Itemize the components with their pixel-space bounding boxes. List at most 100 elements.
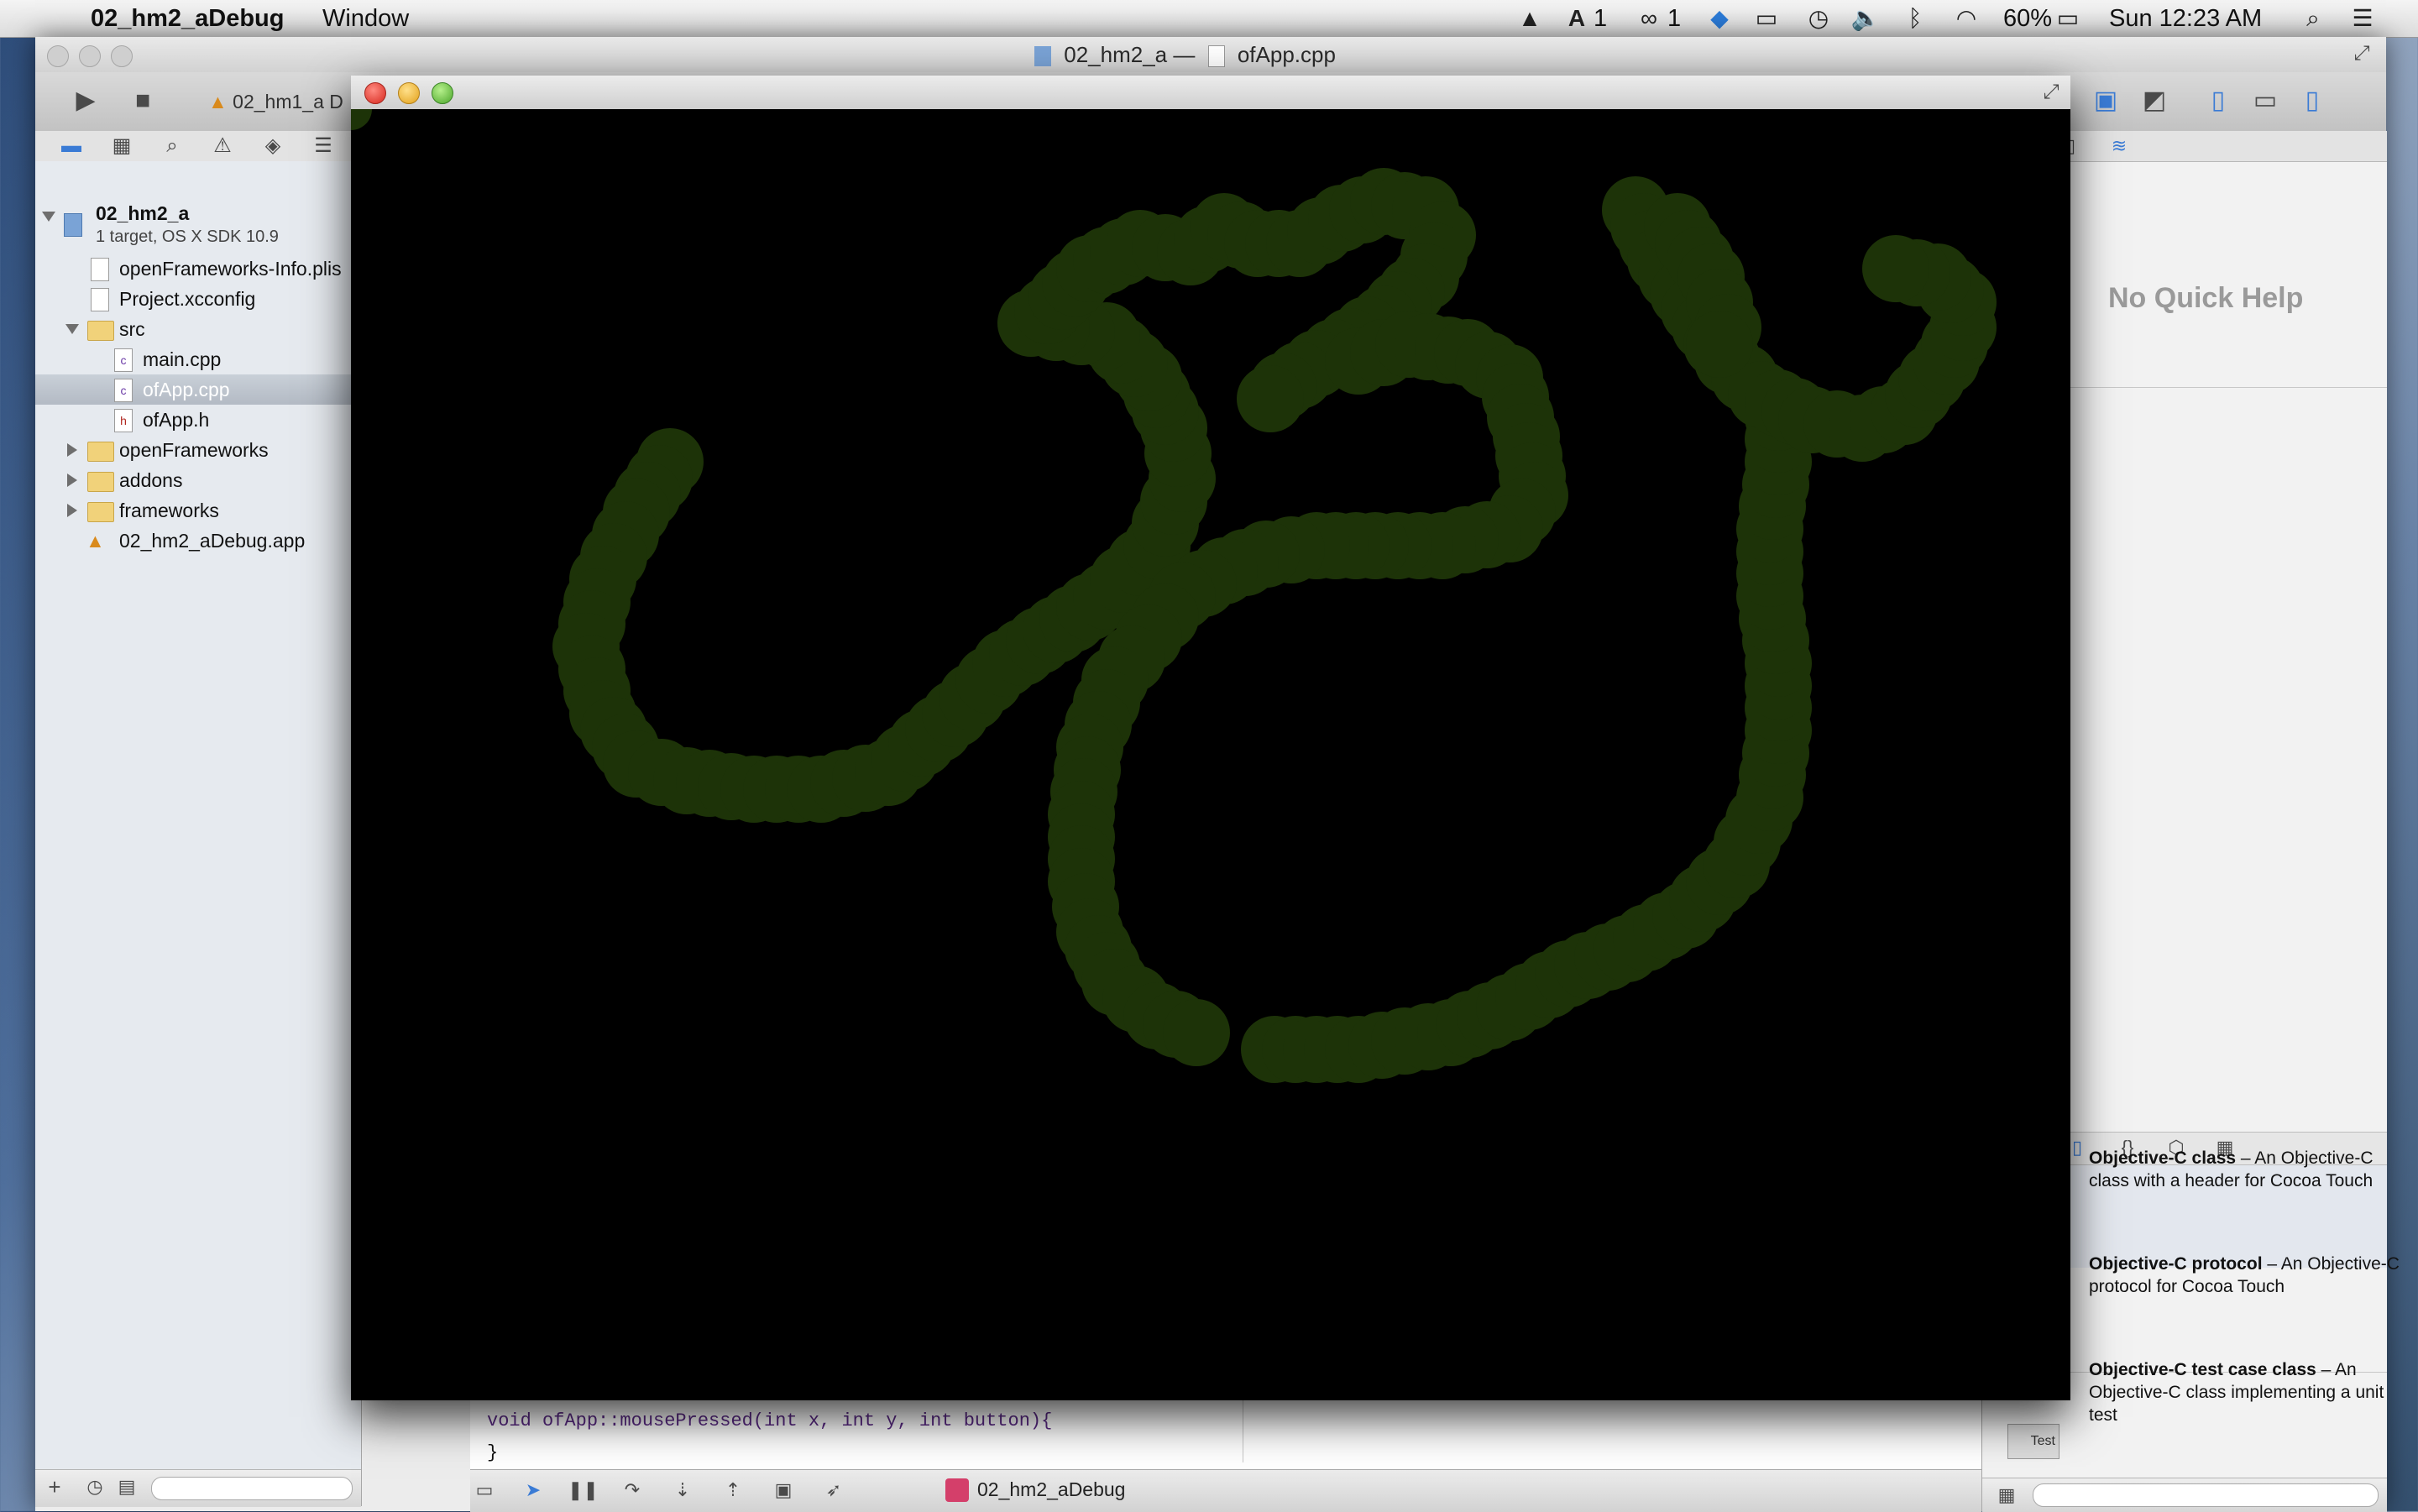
hide-debug-icon[interactable]: ▭ bbox=[470, 1473, 499, 1507]
header-file-icon: h bbox=[114, 409, 133, 432]
menu-window[interactable]: Window bbox=[322, 3, 409, 34]
title-project: 02_hm2_a bbox=[1064, 42, 1168, 67]
nav-item-ofapp-cpp[interactable]: c ofApp.cpp bbox=[35, 374, 361, 405]
simulate-location-icon[interactable]: ➶ bbox=[819, 1473, 848, 1507]
wifi-icon[interactable]: ◠ bbox=[1948, 5, 1985, 32]
disclosure-open-icon[interactable] bbox=[42, 212, 55, 222]
google-drive-icon[interactable]: ▲ bbox=[1515, 5, 1545, 32]
test-badge: Test bbox=[2030, 1434, 2055, 1448]
drawing-canvas[interactable] bbox=[351, 109, 2070, 1400]
brush-dot bbox=[351, 109, 372, 130]
template-item-objc-class[interactable]: Objective-C class – An Objective-C class… bbox=[2089, 1147, 2408, 1192]
nav-item-app-product[interactable]: ▲ 02_hm2_aDebug.app bbox=[35, 526, 361, 556]
nav-item-main-cpp[interactable]: c main.cpp bbox=[35, 344, 361, 374]
volume-icon[interactable]: 🔈 bbox=[1849, 5, 1882, 32]
stop-button[interactable]: ■ bbox=[126, 84, 160, 118]
debug-target-label[interactable]: 02_hm2_aDebug bbox=[977, 1478, 1125, 1501]
template-item-objc-protocol[interactable]: Objective-C protocol – An Objective-C pr… bbox=[2089, 1253, 2408, 1298]
unsaved-files-icon[interactable]: ▤ bbox=[114, 1470, 139, 1504]
symbol-navigator-icon[interactable]: ▦ bbox=[107, 129, 136, 163]
disclosure-open-icon[interactable] bbox=[65, 324, 79, 334]
menu-clock[interactable]: Sun 12:23 AM bbox=[2109, 3, 2262, 34]
project-icon bbox=[64, 213, 82, 237]
nav-item-addons[interactable]: addons bbox=[35, 465, 361, 495]
adobe-count: 1 bbox=[1594, 5, 1608, 32]
project-navigator: 02_hm2_a 1 target, OS X SDK 10.9 openFra… bbox=[35, 161, 362, 1507]
step-into-icon[interactable]: ⇣ bbox=[668, 1473, 697, 1507]
step-over-icon[interactable]: ↷ bbox=[618, 1473, 646, 1507]
project-root[interactable]: 02_hm2_a 1 target, OS X SDK 10.9 bbox=[35, 201, 361, 249]
project-subtitle: 1 target, OS X SDK 10.9 bbox=[96, 228, 279, 246]
template-item-objc-test-case[interactable]: Objective-C test case class – An Objecti… bbox=[2089, 1358, 2408, 1426]
airplay-icon[interactable]: ▭ bbox=[1750, 5, 1783, 32]
template-title: Objective-C class bbox=[2089, 1148, 2237, 1168]
folder-icon bbox=[87, 472, 114, 492]
app-window: ⤢ bbox=[351, 76, 2070, 1400]
view-debugger-icon[interactable]: ▣ bbox=[769, 1473, 798, 1507]
version-editor-icon[interactable]: ◩ bbox=[2138, 84, 2171, 118]
disclosure-closed-icon[interactable] bbox=[67, 473, 77, 487]
close-button[interactable] bbox=[364, 82, 386, 104]
dropbox-icon[interactable]: ◆ bbox=[1703, 5, 1736, 32]
run-button[interactable]: ▶ bbox=[69, 84, 102, 118]
adobe-icon[interactable]: A bbox=[1562, 5, 1592, 32]
zoom-button[interactable] bbox=[111, 45, 133, 67]
time-machine-icon[interactable]: ◷ bbox=[1802, 5, 1835, 32]
debug-area-toggle-icon[interactable]: ▭ bbox=[2248, 84, 2282, 118]
standard-editor-icon[interactable]: ▣ bbox=[2089, 84, 2122, 118]
nav-item-ofapp-h[interactable]: h ofApp.h bbox=[35, 405, 361, 435]
navigator-filter-input[interactable] bbox=[151, 1477, 353, 1500]
menu-app-name[interactable]: 02_hm2_aDebug bbox=[91, 3, 285, 34]
disclosure-closed-icon[interactable] bbox=[67, 504, 77, 517]
nav-item-frameworks[interactable]: frameworks bbox=[35, 495, 361, 526]
nav-item-info-plist[interactable]: openFrameworks-Info.plis bbox=[35, 254, 361, 284]
pause-icon[interactable]: ❚❚ bbox=[568, 1473, 599, 1507]
spotlight-icon[interactable]: ⌕ bbox=[2299, 5, 2327, 32]
app-title-bar[interactable]: ⤢ bbox=[351, 76, 2070, 110]
navigator-toggle-icon[interactable]: ▯ bbox=[2201, 84, 2235, 118]
find-navigator-icon[interactable]: ⌕ bbox=[158, 129, 186, 163]
scheme-icon: ▲ bbox=[208, 91, 233, 112]
creative-cloud-icon[interactable]: ∞ bbox=[1632, 5, 1666, 32]
zoom-button[interactable] bbox=[432, 82, 453, 104]
utilities-toggle-icon[interactable]: ▯ bbox=[2295, 84, 2329, 118]
bluetooth-icon[interactable]: ᛒ bbox=[1902, 5, 1928, 32]
nav-item-label: Project.xcconfig bbox=[119, 288, 256, 310]
step-out-icon[interactable]: ⇡ bbox=[719, 1473, 747, 1507]
close-button[interactable] bbox=[47, 45, 69, 67]
log-navigator-icon[interactable]: ☰ bbox=[309, 129, 338, 163]
folder-icon bbox=[87, 442, 114, 462]
quick-help-icon[interactable]: ≋ bbox=[2105, 129, 2133, 163]
nav-item-label: openFrameworks bbox=[119, 439, 269, 461]
battery-icon[interactable]: ▭ bbox=[2049, 5, 2087, 32]
code-line[interactable]: } bbox=[487, 1442, 498, 1463]
project-navigator-icon[interactable]: ▬ bbox=[57, 129, 86, 163]
navigator-filter-bar: + ◷ ▤ bbox=[35, 1469, 361, 1507]
recent-files-icon[interactable]: ◷ bbox=[82, 1470, 107, 1504]
notification-center-icon[interactable]: ☰ bbox=[2346, 5, 2379, 32]
library-filter-input[interactable] bbox=[2033, 1483, 2379, 1507]
grid-view-icon[interactable]: ▦ bbox=[1994, 1478, 2019, 1512]
nav-item-openframeworks[interactable]: openFrameworks bbox=[35, 435, 361, 465]
fullscreen-icon[interactable]: ⤢ bbox=[2349, 37, 2374, 71]
nav-item-label: src bbox=[119, 318, 145, 340]
breakpoint-navigator-icon[interactable]: ◈ bbox=[259, 129, 287, 163]
apple-icon[interactable] bbox=[34, 5, 59, 32]
minimize-button[interactable] bbox=[79, 45, 101, 67]
template-title: Objective-C test case class bbox=[2089, 1360, 2316, 1379]
title-separator: — bbox=[1173, 42, 1196, 67]
issue-navigator-icon[interactable]: ⚠ bbox=[208, 129, 237, 163]
minimize-button[interactable] bbox=[398, 82, 420, 104]
xcode-title-bar: 02_hm2_a — ofApp.cpp ⤢ bbox=[35, 37, 2386, 73]
debug-bar: ▭ ➤ ❚❚ ↷ ⇣ ⇡ ▣ ➶ 02_hm2_aDebug bbox=[470, 1469, 1981, 1512]
disclosure-closed-icon[interactable] bbox=[67, 443, 77, 457]
breakpoints-icon[interactable]: ➤ bbox=[519, 1473, 547, 1507]
scheme-selector[interactable]: ▲ 02_hm1_a D bbox=[208, 91, 343, 113]
add-icon[interactable]: + bbox=[42, 1470, 67, 1504]
fullscreen-icon[interactable]: ⤢ bbox=[2039, 76, 2064, 109]
nav-item-label: main.cpp bbox=[143, 348, 222, 370]
code-line[interactable]: void ofApp::mousePressed(int x, int y, i… bbox=[487, 1410, 1052, 1431]
nav-item-xcconfig[interactable]: Project.xcconfig bbox=[35, 284, 361, 314]
nav-item-src[interactable]: src bbox=[35, 314, 361, 344]
brush-dot bbox=[1162, 999, 1230, 1066]
